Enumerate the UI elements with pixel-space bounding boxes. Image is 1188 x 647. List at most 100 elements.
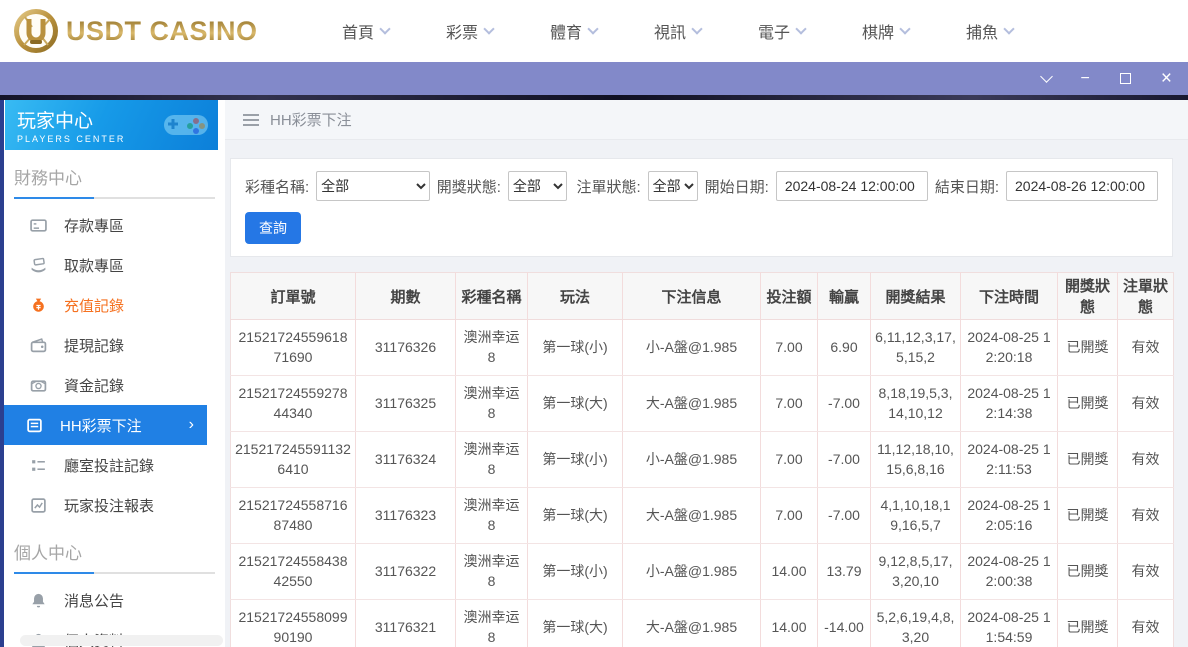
column-header: 投注額 <box>760 272 818 320</box>
maximize-button[interactable] <box>1119 73 1131 84</box>
column-header: 開獎結果 <box>870 272 961 320</box>
sidebar-item-room-bet-records[interactable]: 廳室投註記錄 <box>4 445 225 485</box>
bets-table-card: 訂單號 期數 彩種名稱 玩法 下注信息 投注額 輸贏 開獎結果 下注時間 開獎狀態 注單狀態 215… <box>230 272 1174 647</box>
breadcrumb: HH彩票下注 <box>225 100 1188 140</box>
sidebar-item-label: 存款專區 <box>64 217 125 235</box>
sidebar-item-player-bet-report[interactable]: 玩家投注報表 <box>4 485 225 525</box>
table-cell: 11,12,18,10,15,6,8,16 <box>870 431 961 488</box>
table-cell: 2024-08-25 11:54:59 <box>960 599 1058 647</box>
top-bar: USDT CASINO 首頁 彩票 體育 視訊 電子 棋牌 捕魚 <box>0 0 1188 62</box>
nav-item-4[interactable]: 電子 <box>730 19 834 43</box>
end-date-label: 結束日期: <box>934 178 999 196</box>
table-cell: 5,2,6,19,4,8,3,20 <box>870 599 961 647</box>
nav-item-3[interactable]: 視訊 <box>626 19 730 43</box>
sidebar-item-recharge-records[interactable]: 充值記錄 <box>4 285 225 325</box>
finance-section-title: 財務中心 <box>14 169 82 188</box>
filter-panel: 彩種名稱: 全部 開獎狀態: 全部 注單狀態: 全部 開始日期: 結束日期: 查… <box>230 158 1173 257</box>
sidebar-horizontal-scrollbar[interactable] <box>20 635 223 646</box>
table-cell: 澳洲幸运8 <box>455 543 528 600</box>
table-cell: 2152172455927844340 <box>230 375 356 432</box>
table-cell: 2024-08-25 12:11:53 <box>960 431 1058 488</box>
table-cell: 第一球(小) <box>527 319 623 376</box>
collapse-button[interactable] <box>1039 70 1053 83</box>
table-cell: 2152172455961871690 <box>230 319 356 376</box>
nav-item-label: 棋牌 <box>862 25 895 42</box>
bell-icon <box>32 593 45 607</box>
chevron-down-icon <box>691 23 703 35</box>
lottery-name-select[interactable]: 全部 <box>316 171 430 201</box>
main-content: HH彩票下注 彩種名稱: 全部 開獎狀態: 全部 注單狀態: 全部 開始日期: … <box>225 100 1188 647</box>
table-cell: 7.00 <box>760 319 818 376</box>
nav-item-label: 捕魚 <box>966 25 999 42</box>
sidebar-item-label: 提現記錄 <box>64 337 125 355</box>
nav-item-6[interactable]: 捕魚 <box>938 19 1042 43</box>
column-header: 開獎狀態 <box>1057 272 1118 320</box>
sidebar-item-label: 消息公告 <box>64 592 125 610</box>
start-date-input[interactable] <box>775 171 928 201</box>
sidebar-item-funds-records[interactable]: 資金記錄 <box>4 365 225 405</box>
table-cell: 31176323 <box>355 487 456 544</box>
table-cell: 有效 <box>1117 543 1174 600</box>
table-cell: 31176325 <box>355 375 456 432</box>
menu-icon[interactable] <box>243 113 259 126</box>
sidebar-item-deposit[interactable]: 存款專區 <box>4 205 225 245</box>
table-cell: 第一球(大) <box>527 375 623 432</box>
end-date-input[interactable] <box>1006 171 1158 201</box>
chevron-down-icon <box>587 23 599 35</box>
recharge-icon <box>33 298 44 312</box>
search-button[interactable]: 查詢 <box>245 212 301 244</box>
table-cell: 有效 <box>1117 375 1174 432</box>
minimize-button[interactable]: − <box>1081 70 1090 87</box>
table-cell: 2024-08-25 12:00:38 <box>960 543 1058 600</box>
sidebar-item-label: 廳室投註記錄 <box>64 457 155 475</box>
nav-item-5[interactable]: 棋牌 <box>834 19 938 43</box>
sidebar-item-withdraw[interactable]: 取款專區 <box>4 245 225 285</box>
sidebar-item-announcements[interactable]: 消息公告 <box>4 580 225 620</box>
nav-item-label: 體育 <box>550 25 583 42</box>
nav-item-2[interactable]: 體育 <box>522 19 626 43</box>
table-cell: 澳洲幸运8 <box>455 375 528 432</box>
table-cell: 2152172455809990190 <box>230 599 356 647</box>
table-cell: 2024-08-25 12:20:18 <box>960 319 1058 376</box>
nav-item-0[interactable]: 首頁 <box>314 19 418 43</box>
lottery-bets-icon <box>27 418 42 432</box>
table-cell: 小-A盤@1.985 <box>622 319 761 376</box>
chevron-down-icon <box>483 23 495 35</box>
sidebar-item-hh-lottery-bets[interactable]: HH彩票下注 › <box>4 405 207 445</box>
table-cell: 14.00 <box>760 543 818 600</box>
order-status-select[interactable]: 全部 <box>647 171 698 201</box>
column-header: 訂單號 <box>230 272 356 320</box>
cashout-icon <box>30 337 47 352</box>
chevron-down-icon <box>795 23 807 35</box>
table-cell: 小-A盤@1.985 <box>622 431 761 488</box>
column-header: 彩種名稱 <box>455 272 528 320</box>
table-cell: 31176326 <box>355 319 456 376</box>
nav-item-label: 視訊 <box>654 25 687 42</box>
table-cell: 已開獎 <box>1057 375 1118 432</box>
personal-section-title: 個人中心 <box>14 544 82 563</box>
bets-table: 訂單號 期數 彩種名稱 玩法 下注信息 投注額 輸贏 開獎結果 下注時間 開獎狀態 注單狀態 215… <box>230 272 1174 647</box>
column-header: 輸贏 <box>817 272 871 320</box>
funds-icon <box>30 379 47 392</box>
draw-status-label: 開獎狀態: <box>436 178 501 196</box>
sidebar-item-cashout-records[interactable]: 提現記錄 <box>4 325 225 365</box>
column-header: 下注信息 <box>622 272 761 320</box>
table-cell: 2024-08-25 12:14:38 <box>960 375 1058 432</box>
table-cell: 7.00 <box>760 375 818 432</box>
close-button[interactable]: × <box>1161 69 1172 88</box>
table-cell: 2152172455871687480 <box>230 487 356 544</box>
table-header-row: 訂單號 期數 彩種名稱 玩法 下注信息 投注額 輸贏 開獎結果 下注時間 開獎狀態 注單狀態 <box>230 272 1174 320</box>
table-cell: 已開獎 <box>1057 319 1118 376</box>
deposit-icon <box>30 218 47 232</box>
nav-item-label: 電子 <box>758 25 791 42</box>
players-center-header: 玩家中心 PLAYERS CENTER <box>5 100 218 150</box>
table-cell: -14.00 <box>817 599 871 647</box>
table-cell: 第一球(小) <box>527 431 623 488</box>
table-cell: 大-A盤@1.985 <box>622 375 761 432</box>
nav-item-1[interactable]: 彩票 <box>418 19 522 43</box>
table-cell: 6,11,12,3,17,5,15,2 <box>870 319 961 376</box>
table-row: 2152172455809990190 31176321 澳洲幸运8 第一球(大) 大-… <box>230 599 1174 647</box>
table-cell: 已開獎 <box>1057 431 1118 488</box>
draw-status-select[interactable]: 全部 <box>507 171 568 201</box>
table-cell: 第一球(小) <box>527 543 623 600</box>
